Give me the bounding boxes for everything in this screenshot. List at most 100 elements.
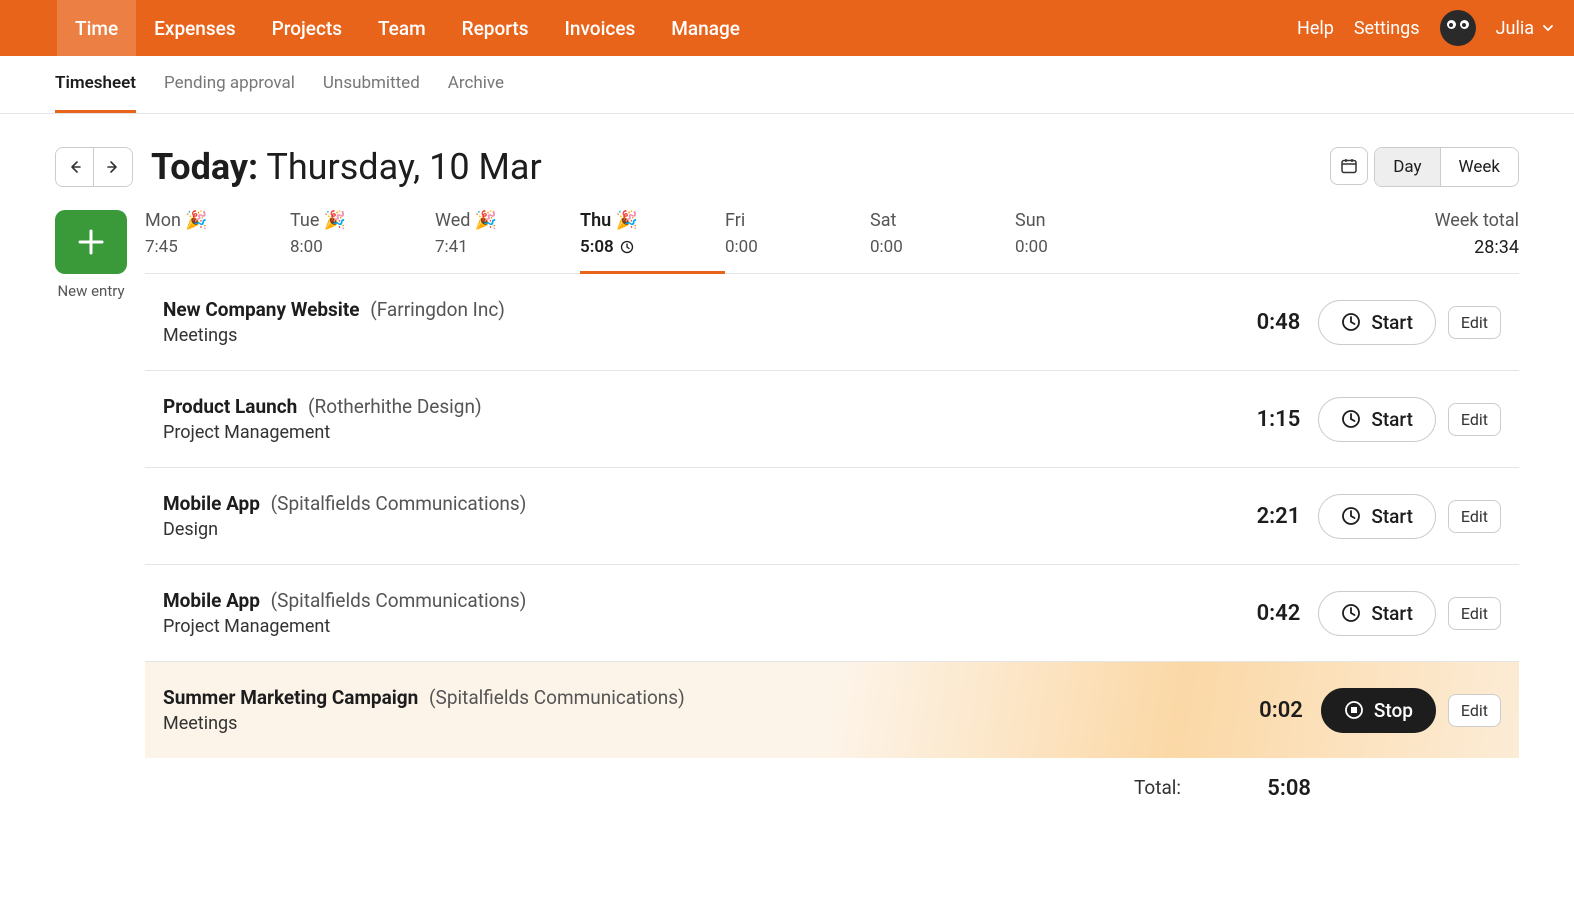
weekday-name: Sat: [870, 210, 1015, 231]
start-label: Start: [1371, 505, 1413, 528]
weekday-fri[interactable]: Fri0:00: [725, 210, 870, 273]
entry-info: Mobile App (Spitalfields Communications)…: [163, 589, 1210, 637]
entry-project: Mobile App: [163, 589, 260, 612]
weekday-mon[interactable]: Mon 🎉 7:45: [145, 210, 290, 273]
entry-project: New Company Website: [163, 298, 360, 321]
week-strip: Mon 🎉 7:45Tue 🎉8:00Wed 🎉7:41Thu 🎉 5:08Fri0…: [145, 210, 1519, 274]
weekday-name: Thu 🎉: [580, 210, 725, 231]
weekday-sat[interactable]: Sat 0:00: [870, 210, 1015, 273]
new-entry-button[interactable]: [55, 210, 127, 274]
weekday-time: 0:00: [870, 237, 1015, 257]
settings-link[interactable]: Settings: [1354, 18, 1420, 39]
entry-title: New Company Website (Farringdon Inc): [163, 298, 1210, 321]
tab-pending-approval[interactable]: Pending approval: [164, 56, 295, 113]
plus-icon: [74, 225, 108, 259]
date-nav-arrows: [55, 147, 133, 187]
edit-button[interactable]: Edit: [1448, 403, 1501, 436]
start-label: Start: [1371, 311, 1413, 334]
clock-icon: [1341, 506, 1361, 526]
tab-archive[interactable]: Archive: [448, 56, 504, 113]
weekday-time: 5:08: [580, 237, 725, 257]
start-button[interactable]: Start: [1318, 397, 1436, 442]
weekday-thu[interactable]: Thu 🎉 5:08: [580, 210, 725, 274]
weekday-time: 0:00: [1015, 237, 1160, 257]
avatar[interactable]: [1440, 10, 1476, 46]
weekday-tue[interactable]: Tue 🎉8:00: [290, 210, 435, 273]
nav-item-projects[interactable]: Projects: [254, 0, 360, 56]
start-button[interactable]: Start: [1318, 591, 1436, 636]
stop-icon: [1344, 700, 1364, 720]
day-view-button[interactable]: Day: [1375, 148, 1440, 186]
edit-button[interactable]: Edit: [1448, 500, 1501, 533]
entry-row: Mobile App (Spitalfields Communications)…: [145, 565, 1519, 662]
entry-title: Mobile App (Spitalfields Communications): [163, 492, 1210, 515]
entry-project: Mobile App: [163, 492, 260, 515]
calendar-button[interactable]: [1330, 147, 1368, 185]
weekday-name: Mon 🎉: [145, 210, 290, 231]
start-button[interactable]: Start: [1318, 300, 1436, 345]
entry-client: (Spitalfields Communications): [271, 589, 527, 612]
nav-item-manage[interactable]: Manage: [653, 0, 758, 56]
tab-timesheet[interactable]: Timesheet: [55, 56, 136, 113]
start-button[interactable]: Start: [1318, 494, 1436, 539]
entry-task: Project Management: [163, 422, 1210, 443]
entry-info: Summer Marketing Campaign (Spitalfields …: [163, 686, 1213, 734]
entry-project: Summer Marketing Campaign: [163, 686, 418, 709]
calendar-icon: [1340, 157, 1358, 175]
entry-project: Product Launch: [163, 395, 297, 418]
next-day-button[interactable]: [94, 148, 132, 186]
start-label: Start: [1371, 602, 1413, 625]
page-header: Today: Thursday, 10 Mar Day Week: [55, 146, 1519, 188]
user-menu[interactable]: Julia: [1496, 18, 1554, 39]
page-title: Today: Thursday, 10 Mar: [151, 146, 542, 188]
weekday-name: Tue 🎉: [290, 210, 435, 231]
nav-item-invoices[interactable]: Invoices: [547, 0, 654, 56]
entry-client: (Spitalfields Communications): [429, 686, 685, 709]
stop-button[interactable]: Stop: [1321, 688, 1436, 733]
new-entry-label: New entry: [57, 282, 124, 300]
total-value: 5:08: [1221, 776, 1311, 801]
clock-icon: [1341, 409, 1361, 429]
weekday-time: 7:41: [435, 237, 580, 257]
nav-item-time[interactable]: Time: [57, 0, 136, 56]
edit-button[interactable]: Edit: [1448, 597, 1501, 630]
entry-time: 1:15: [1210, 407, 1300, 432]
nav-item-team[interactable]: Team: [360, 0, 444, 56]
week-view-button[interactable]: Week: [1441, 148, 1518, 186]
week-total-value: 28:34: [1435, 237, 1519, 258]
weekday-time: 7:45: [145, 237, 290, 257]
entries-list: New Company Website (Farringdon Inc) Meet…: [145, 274, 1519, 758]
week-total-label: Week total: [1435, 210, 1519, 231]
entry-time: 0:48: [1210, 310, 1300, 335]
entry-row: New Company Website (Farringdon Inc) Meet…: [145, 274, 1519, 371]
nav-item-reports[interactable]: Reports: [444, 0, 547, 56]
prev-day-button[interactable]: [56, 148, 94, 186]
entry-title: Summer Marketing Campaign (Spitalfields …: [163, 686, 1213, 709]
entry-info: Mobile App (Spitalfields Communications)…: [163, 492, 1210, 540]
edit-button[interactable]: Edit: [1448, 306, 1501, 339]
weekday-sun[interactable]: Sun 0:00: [1015, 210, 1160, 273]
stop-label: Stop: [1374, 699, 1413, 722]
edit-button[interactable]: Edit: [1448, 694, 1501, 727]
total-label: Total:: [1134, 776, 1181, 801]
entry-row: Product Launch (Rotherhithe Design)Proje…: [145, 371, 1519, 468]
sub-tabs: Timesheet Pending approval Unsubmitted Arch…: [0, 56, 1574, 114]
entry-row: Mobile App (Spitalfields Communications)…: [145, 468, 1519, 565]
weekday-wed[interactable]: Wed 🎉7:41: [435, 210, 580, 273]
entry-client: (Farringdon Inc): [370, 298, 505, 321]
help-link[interactable]: Help: [1297, 18, 1334, 39]
weekday-name: Sun: [1015, 210, 1160, 231]
entry-time: 0:42: [1210, 601, 1300, 626]
arrow-left-icon: [67, 159, 83, 175]
page-title-date: Thursday, 10 Mar: [266, 146, 541, 188]
clock-icon: [1341, 603, 1361, 623]
tab-unsubmitted[interactable]: Unsubmitted: [323, 56, 420, 113]
entry-task: Meetings: [163, 325, 1210, 346]
entry-row: Summer Marketing Campaign (Spitalfields …: [145, 662, 1519, 758]
chevron-down-icon: [1542, 22, 1554, 34]
entry-client: (Spitalfields Communications): [271, 492, 527, 515]
weekday-time: 0:00: [725, 237, 870, 257]
entry-title: Mobile App (Spitalfields Communications): [163, 589, 1210, 612]
username: Julia: [1496, 18, 1534, 39]
nav-item-expenses[interactable]: Expenses: [136, 0, 253, 56]
